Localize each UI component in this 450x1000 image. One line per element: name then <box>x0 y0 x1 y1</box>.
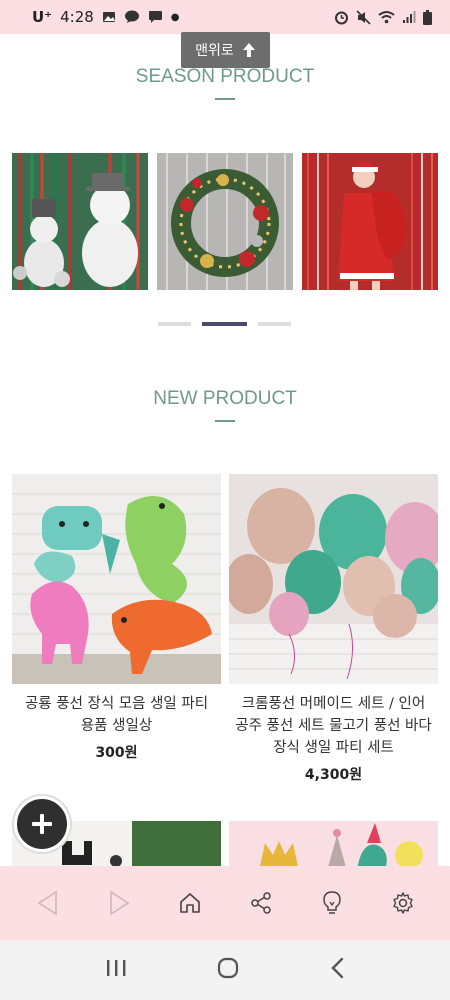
scroll-top-button[interactable]: 맨위로 <box>181 32 270 68</box>
santa-image <box>302 153 438 290</box>
product-name-line: 용품 생일상 <box>80 718 153 734</box>
tips-button[interactable] <box>312 883 352 923</box>
product-name-line: 공주 풍선 세트 물고기 풍선 바다 <box>235 718 432 734</box>
recent-apps-icon <box>106 960 126 976</box>
home-circle-icon <box>217 957 239 979</box>
message-icon <box>148 11 162 23</box>
title-underline <box>215 420 235 422</box>
home-button[interactable] <box>170 883 210 923</box>
status-bar: U⁺ 4:28 ● <box>0 0 450 34</box>
season-slide-snowman[interactable] <box>12 153 148 290</box>
wreath-image <box>157 153 293 290</box>
title-underline <box>215 98 235 100</box>
party-hat-image <box>229 821 438 871</box>
product-name-chrome-balloons[interactable]: 크롬풍선 머메이드 세트 / 인어 공주 풍선 세트 물고기 풍선 바다 장식 … <box>229 693 438 759</box>
home-nav-button[interactable] <box>216 956 240 984</box>
forward-icon <box>109 890 129 916</box>
product-price-chrome-balloons: 4,300원 <box>304 767 363 783</box>
arrow-up-icon <box>242 43 255 57</box>
product-image-chrome-balloons[interactable] <box>229 474 438 684</box>
carrier-label: U⁺ <box>32 8 53 26</box>
dot-icon: ● <box>170 11 180 23</box>
back-button[interactable] <box>28 883 68 923</box>
product-name-line: 장식 생일 파티 세트 <box>273 740 394 756</box>
mute-icon <box>356 9 371 25</box>
product-name-dinosaur[interactable]: 공룡 풍선 장식 모음 생일 파티 용품 생일상 <box>12 693 221 737</box>
signal-icon <box>403 11 416 23</box>
pager-dot-3[interactable] <box>258 322 291 326</box>
bottom-toolbar <box>0 866 450 940</box>
product-name-line: 크롬풍선 머메이드 세트 / 인어 <box>241 696 426 712</box>
plus-icon <box>32 814 52 834</box>
back-chevron-icon <box>331 957 344 979</box>
product-image-dinosaur[interactable] <box>12 474 221 684</box>
settings-icon <box>392 892 413 914</box>
snowman-image <box>12 153 148 290</box>
app-screen: U⁺ 4:28 ● SEASON PRODUCT 맨위로 NEW PRODUCT… <box>0 0 450 1000</box>
season-product-title: SEASON PRODUCT <box>135 66 315 87</box>
add-button[interactable] <box>14 796 70 852</box>
alarm-icon <box>335 11 348 24</box>
wifi-icon <box>378 11 395 24</box>
recent-apps-button[interactable] <box>105 958 127 982</box>
scroll-top-label: 맨위로 <box>195 43 234 59</box>
home-icon <box>179 893 200 913</box>
back-nav-button[interactable] <box>329 957 345 983</box>
share-icon <box>250 892 271 914</box>
share-button[interactable] <box>241 883 281 923</box>
new-product-title: NEW PRODUCT <box>153 388 297 409</box>
system-nav-bar <box>0 940 450 1000</box>
chrome-balloons-image <box>229 474 438 684</box>
product-price-dinosaur: 300원 <box>95 745 138 761</box>
talk-icon <box>124 10 139 23</box>
settings-button[interactable] <box>383 883 423 923</box>
pager-dot-2-active[interactable] <box>202 322 247 326</box>
gallery-icon <box>102 12 115 22</box>
pager-dot-1[interactable] <box>158 322 191 326</box>
forward-button[interactable] <box>99 883 139 923</box>
lightbulb-icon <box>322 891 341 914</box>
back-icon <box>37 890 57 916</box>
clock: 4:28 <box>60 8 94 26</box>
product-name-line: 공룡 풍선 장식 모음 생일 파티 <box>24 696 209 712</box>
season-slide-wreath[interactable] <box>157 153 293 290</box>
dinosaur-balloons-image <box>12 474 221 684</box>
season-slide-santa[interactable] <box>302 153 438 290</box>
product-image-next-right[interactable] <box>229 821 438 871</box>
battery-icon <box>423 9 432 25</box>
